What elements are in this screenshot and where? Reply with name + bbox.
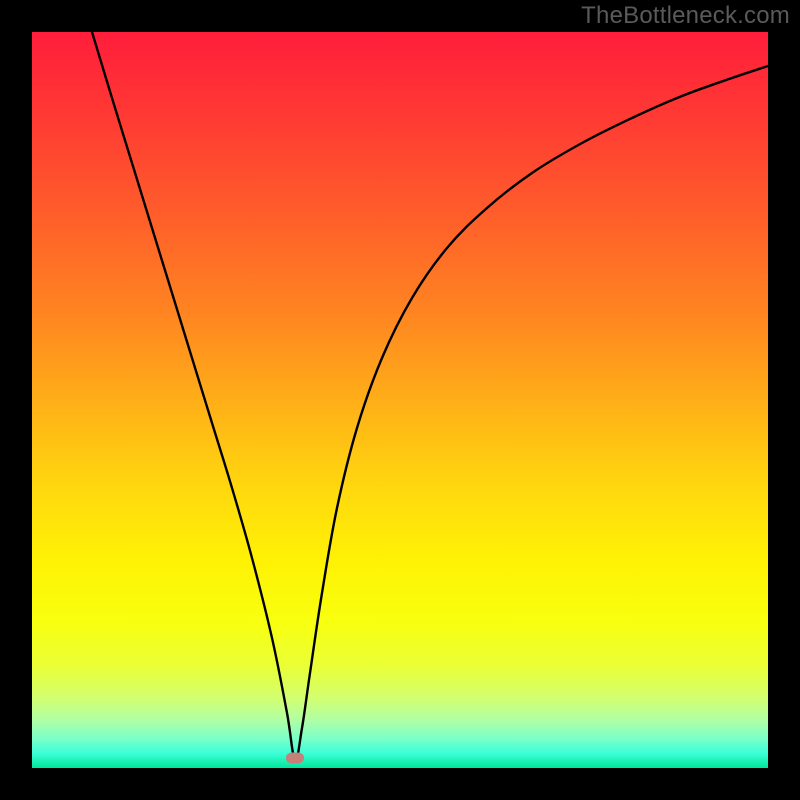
watermark-text: TheBottleneck.com [581, 2, 790, 30]
optimum-marker [286, 753, 304, 764]
plot-area [32, 32, 768, 768]
chart-frame: TheBottleneck.com [0, 0, 800, 800]
bottleneck-curve [92, 32, 768, 760]
curve-layer [32, 32, 768, 768]
